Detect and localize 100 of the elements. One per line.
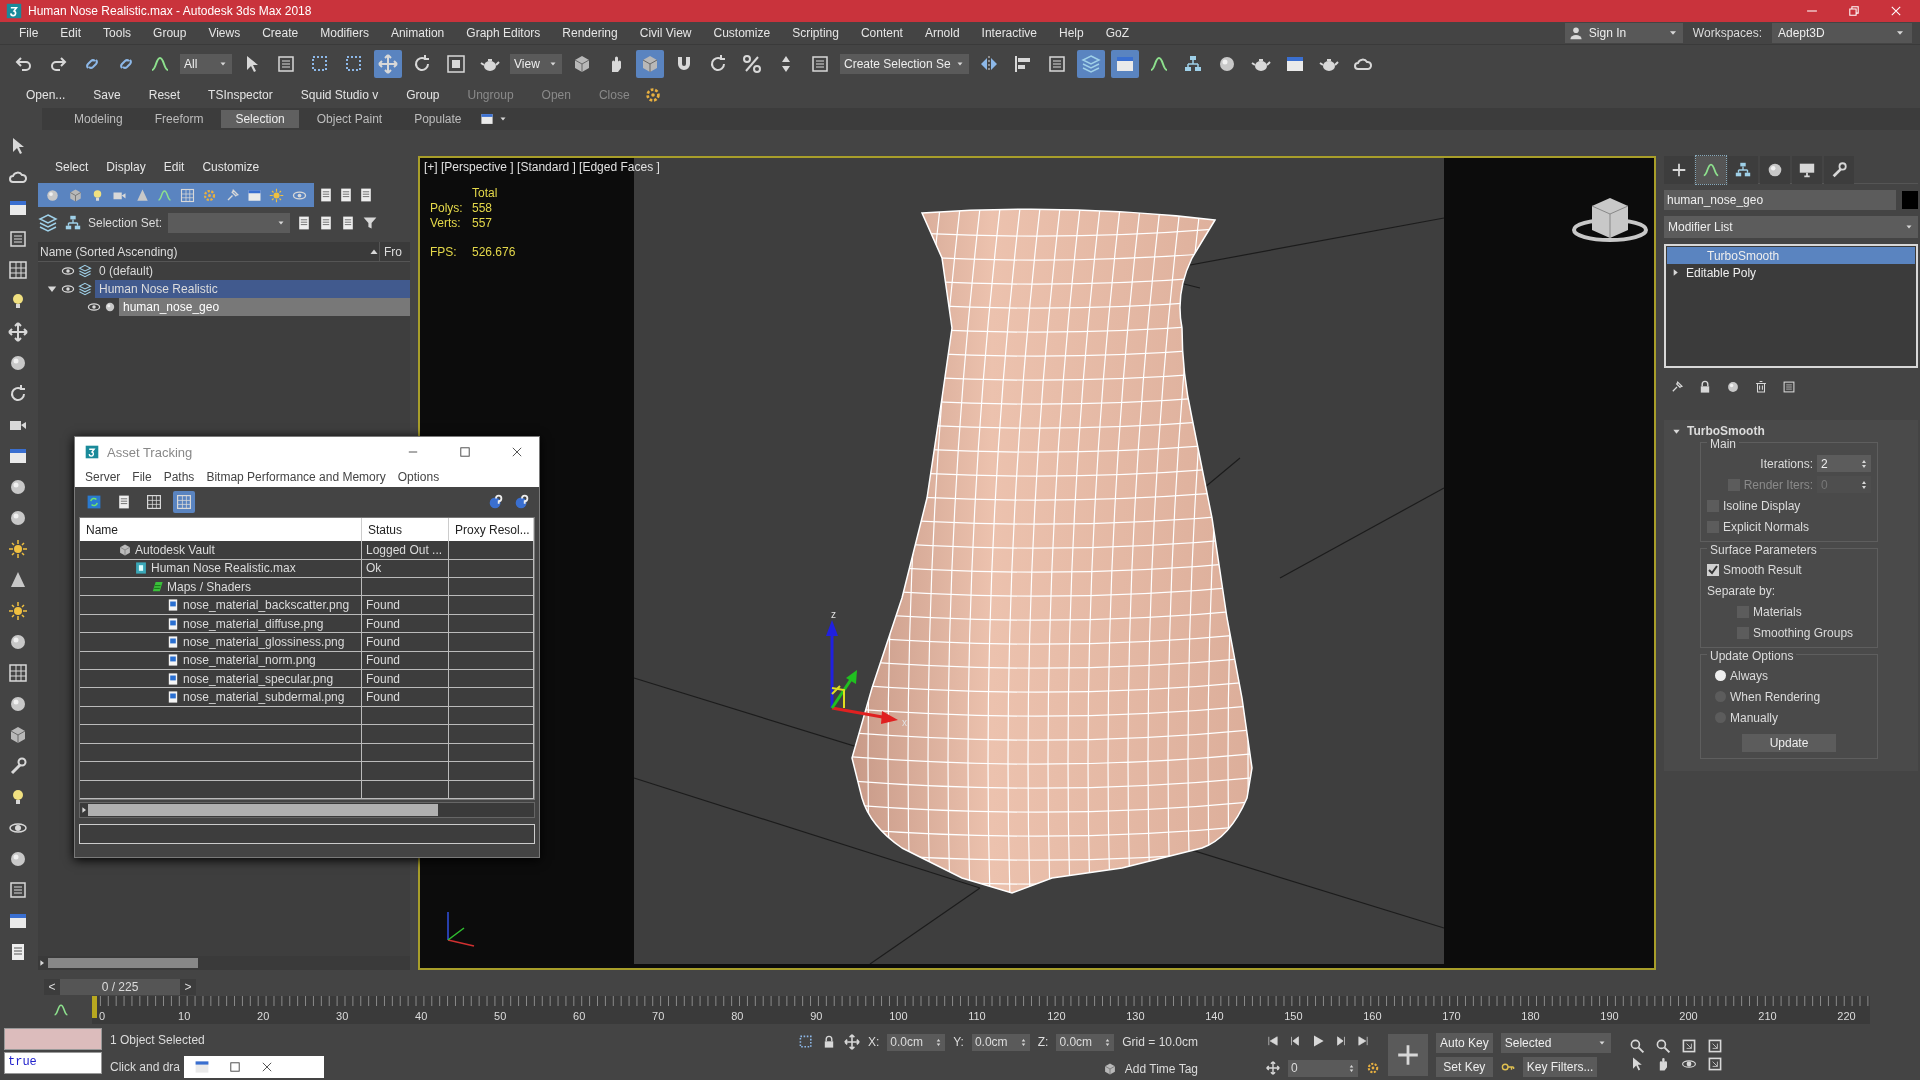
toolbar-dropdown[interactable]: View bbox=[510, 53, 562, 74]
toolbar-button[interactable]: Squid Studio v bbox=[286, 88, 393, 102]
asset-status: Ok bbox=[366, 561, 382, 576]
menu-item[interactable]: GoZ bbox=[1094, 26, 1140, 40]
toolbar-button[interactable]: Group bbox=[392, 88, 454, 102]
sign-in-button[interactable]: Sign In bbox=[1564, 23, 1683, 43]
menu-item[interactable]: Rendering bbox=[551, 26, 629, 40]
frame-number: 50 bbox=[493, 1010, 508, 1024]
column-header[interactable]: Proxy Resol... bbox=[449, 518, 534, 542]
menu-item[interactable]: Edit bbox=[49, 26, 93, 40]
next-frame-button[interactable]: > bbox=[180, 979, 196, 995]
modifier-list-dropdown[interactable]: Modifier List bbox=[1664, 216, 1918, 238]
z-coordinate-field[interactable]: 0.0cm bbox=[1056, 1033, 1115, 1051]
menu-item[interactable]: Create bbox=[251, 26, 310, 40]
workspaces-label: Workspaces: bbox=[1692, 26, 1762, 40]
rollout-title[interactable]: TurboSmooth bbox=[1687, 424, 1765, 438]
stat-value: 558 bbox=[472, 201, 494, 215]
toolbar-dropdown[interactable]: Create Selection Se bbox=[840, 53, 969, 74]
radio-label: When Rendering bbox=[1730, 689, 1821, 704]
auto-key-button[interactable]: Auto Key bbox=[1436, 1033, 1493, 1053]
menu-item[interactable]: File bbox=[8, 26, 50, 40]
key-set-dropdown[interactable]: Selected bbox=[1500, 1033, 1611, 1053]
asset-status: Found bbox=[366, 616, 401, 631]
key-filters-button[interactable]: Key Filters... bbox=[1522, 1057, 1598, 1077]
menu-item[interactable]: Animation bbox=[379, 26, 456, 40]
column-header[interactable]: Fro bbox=[380, 244, 410, 259]
y-coordinate-field[interactable]: 0.0cm bbox=[971, 1033, 1030, 1051]
ribbon-tab[interactable]: Modeling bbox=[60, 110, 137, 128]
column-header[interactable]: Status bbox=[362, 518, 449, 542]
asset-name[interactable]: Autodesk Vault bbox=[135, 542, 215, 557]
object-name-field[interactable]: human_nose_geo bbox=[1664, 190, 1896, 210]
menu-item[interactable]: Group bbox=[142, 26, 198, 40]
toolbar-button[interactable]: Save bbox=[79, 88, 135, 102]
ribbon-tab[interactable]: Populate bbox=[400, 110, 476, 128]
column-header[interactable]: Name bbox=[80, 518, 362, 542]
frame-number: 20 bbox=[256, 1010, 271, 1024]
tree-item[interactable]: Human Nose Realistic bbox=[95, 280, 410, 298]
column-header[interactable]: Name (Sorted Ascending) bbox=[40, 244, 369, 259]
ribbon-tab[interactable]: Freeform bbox=[140, 110, 218, 128]
add-time-tag-button[interactable]: Add Time Tag bbox=[1124, 1062, 1198, 1077]
tree-item[interactable]: human_nose_geo bbox=[119, 298, 410, 316]
menu-item[interactable]: Civil View bbox=[628, 26, 703, 40]
workspace-dropdown[interactable]: Adept3D bbox=[1772, 23, 1912, 43]
asset-name[interactable]: nose_material_subdermal.png bbox=[183, 690, 345, 705]
asset-name[interactable]: nose_material_backscatter.png bbox=[183, 598, 350, 613]
asset-name[interactable]: nose_material_norm.png bbox=[183, 653, 316, 668]
toolbar-dropdown[interactable]: All bbox=[180, 53, 232, 74]
frame-counter: 0 / 225 bbox=[100, 980, 140, 994]
toolbar-button[interactable]: Open... bbox=[12, 88, 80, 102]
menu-item[interactable]: File bbox=[126, 470, 158, 484]
asset-name[interactable]: nose_material_diffuse.png bbox=[183, 616, 324, 631]
menu-item[interactable]: Tools bbox=[92, 26, 143, 40]
asset-name[interactable]: Maps / Shaders bbox=[167, 579, 252, 594]
listener-output[interactable]: true bbox=[4, 1052, 102, 1074]
menu-item[interactable]: Views bbox=[197, 26, 252, 40]
asset-name[interactable]: nose_material_specular.png bbox=[183, 671, 334, 686]
track-bar[interactable]: 0 10 20 30 40 50 60 70 80 90 100 110 120 130 140 150 160 170 180 190 200 210 220 bbox=[92, 996, 1870, 1024]
frame-number: 200 bbox=[1678, 1010, 1699, 1024]
menu-item[interactable]: Options bbox=[391, 470, 446, 484]
menu-item[interactable]: Interactive bbox=[970, 26, 1048, 40]
menu-item[interactable]: Customize bbox=[702, 26, 782, 40]
selection-set-label: Selection Set: bbox=[88, 216, 163, 230]
menu-item[interactable]: Help bbox=[1047, 26, 1095, 40]
time-slider[interactable]: < 0 / 225 > bbox=[44, 979, 196, 995]
menu-item[interactable]: Content bbox=[849, 26, 914, 40]
menu-item[interactable]: Paths bbox=[157, 470, 201, 484]
menu-item[interactable]: Display bbox=[97, 160, 155, 174]
menu-item[interactable]: Modifiers bbox=[309, 26, 380, 40]
frame-number: 220 bbox=[1836, 1010, 1857, 1024]
asset-status: Found bbox=[366, 690, 401, 705]
menu-item[interactable]: Bitmap Performance and Memory bbox=[200, 470, 392, 484]
menu-item[interactable]: Server bbox=[79, 470, 127, 484]
asset-name[interactable]: Human Nose Realistic.max bbox=[151, 561, 296, 576]
spinner-field[interactable]: 2 bbox=[1817, 455, 1871, 472]
frame-number: 140 bbox=[1204, 1010, 1225, 1024]
previous-frame-button[interactable]: < bbox=[44, 979, 60, 995]
stats-header: Total bbox=[472, 186, 499, 200]
update-button[interactable]: Update bbox=[1742, 734, 1836, 752]
menu-item[interactable]: Edit bbox=[154, 160, 194, 174]
radio-label: Always bbox=[1730, 668, 1768, 683]
menu-item[interactable]: Select bbox=[46, 160, 98, 174]
viewport-label[interactable]: [+] [Perspective ] [Standard ] [Edged Faces ] bbox=[424, 160, 660, 174]
asset-status: Found bbox=[366, 653, 401, 668]
grid-size: Grid = 10.0cm bbox=[1122, 1035, 1198, 1050]
x-coordinate-field[interactable]: 0.0cm bbox=[887, 1033, 946, 1051]
set-key-mode-button[interactable]: Set Key bbox=[1436, 1057, 1493, 1077]
asset-name[interactable]: nose_material_glossiness.png bbox=[183, 634, 345, 649]
axis-label: x bbox=[902, 717, 907, 728]
modifier-item[interactable]: Editable Poly bbox=[1667, 264, 1915, 281]
toolbar-button[interactable]: Reset bbox=[134, 88, 195, 102]
toolbar-button[interactable]: TSInspector bbox=[194, 88, 287, 102]
ribbon-tab[interactable]: Selection bbox=[221, 110, 299, 128]
menu-item[interactable]: Customize bbox=[193, 160, 269, 174]
current-frame-field[interactable]: 0 bbox=[1288, 1059, 1358, 1077]
menu-item[interactable]: Graph Editors bbox=[455, 26, 552, 40]
tree-item[interactable]: 0 (default) bbox=[95, 262, 410, 280]
asset-status: Found bbox=[366, 598, 401, 613]
menu-item[interactable]: Scripting bbox=[781, 26, 850, 40]
menu-item[interactable]: Arnold bbox=[913, 26, 971, 40]
ribbon-tab[interactable]: Object Paint bbox=[302, 110, 397, 128]
